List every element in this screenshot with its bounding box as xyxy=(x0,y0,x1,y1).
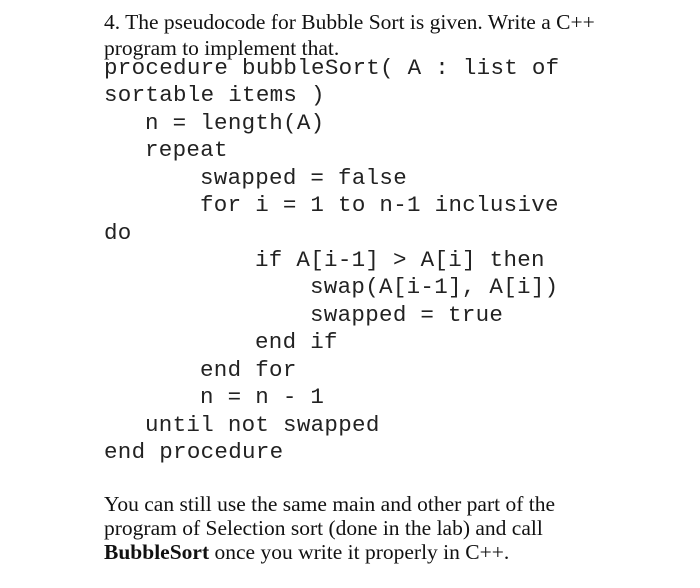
code-line: procedure bubbleSort( A : list of xyxy=(104,55,560,81)
code-line: until not swapped xyxy=(145,412,380,438)
document-page: 4. The pseudocode for Bubble Sort is giv… xyxy=(0,0,700,588)
code-line: if A[i-1] > A[i] then xyxy=(255,247,545,273)
code-line: swapped = true xyxy=(310,302,504,328)
question-heading-line-1: 4. The pseudocode for Bubble Sort is giv… xyxy=(104,10,595,34)
code-line: end procedure xyxy=(104,439,284,465)
code-line: end if xyxy=(255,329,338,355)
code-line: swapped = false xyxy=(200,165,408,191)
note-line-3: BubbleSort once you write it properly in… xyxy=(104,539,509,566)
code-line: do xyxy=(104,220,132,246)
code-line: n = length(A) xyxy=(145,110,325,136)
note-line-2: program of Selection sort (done in the l… xyxy=(104,516,543,540)
code-line: end for xyxy=(200,357,297,383)
code-line: repeat xyxy=(145,137,228,163)
code-line: sortable items ) xyxy=(104,82,325,108)
note-line-3-rest: once you write it properly in C++. xyxy=(209,540,510,564)
bubblesort-keyword: BubbleSort xyxy=(104,540,210,564)
note-line-1: You can still use the same main and othe… xyxy=(104,492,556,516)
code-line: for i = 1 to n-1 inclusive xyxy=(200,192,559,218)
code-line: swap(A[i-1], A[i]) xyxy=(310,274,559,300)
code-line: n = n - 1 xyxy=(200,384,325,410)
